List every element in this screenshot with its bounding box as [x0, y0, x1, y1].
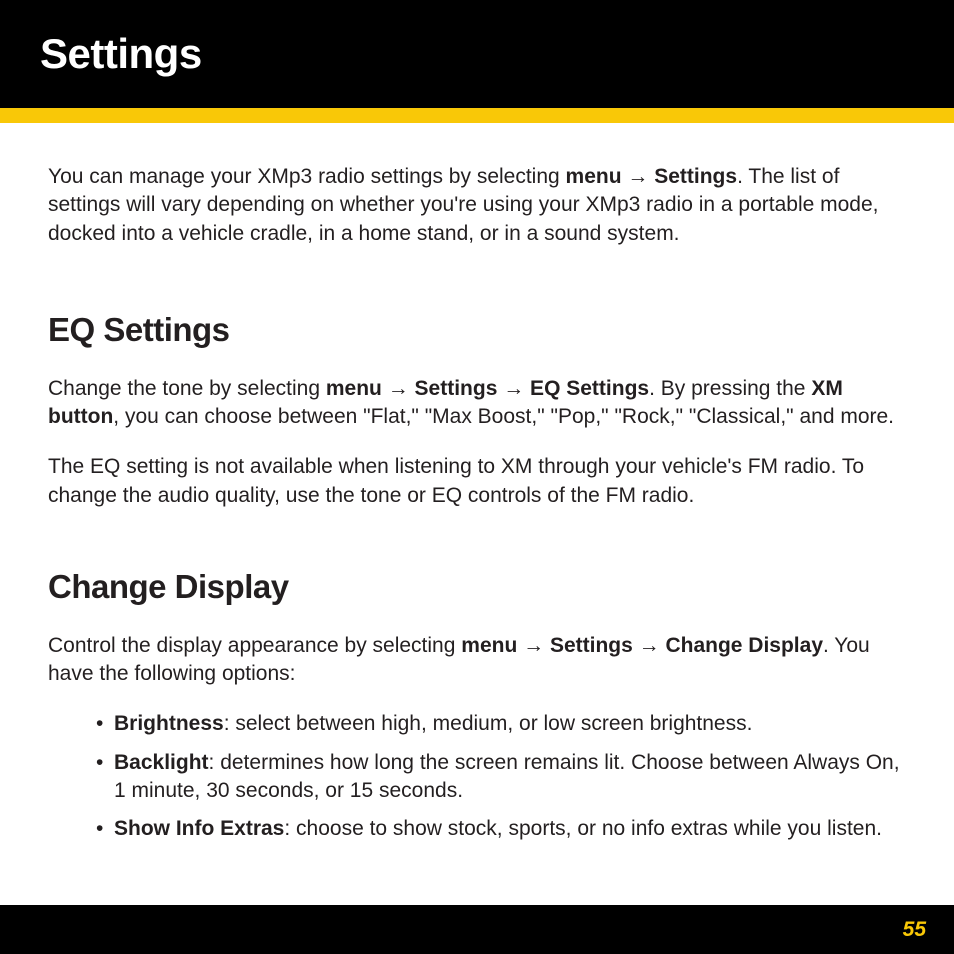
accent-bar — [0, 108, 954, 123]
bullet-desc: : determines how long the screen remains… — [114, 751, 900, 802]
bullet-desc: : select between high, medium, or low sc… — [224, 712, 753, 735]
display-options-list: Brightness: select between high, medium,… — [48, 710, 906, 843]
eq-p1-e: , you can choose between "Flat," "Max Bo… — [113, 405, 894, 428]
eq-heading: EQ Settings — [48, 308, 906, 353]
eq-paragraph-2: The EQ setting is not available when lis… — [48, 453, 906, 510]
bullet-label: Brightness — [114, 712, 224, 735]
bullet-label: Show Info Extras — [114, 817, 284, 840]
eq-menu-path: menu → Settings → EQ Settings — [326, 377, 649, 400]
list-item: Backlight: determines how long the scree… — [96, 749, 906, 806]
display-paragraph: Control the display appearance by select… — [48, 632, 906, 689]
list-item: Brightness: select between high, medium,… — [96, 710, 906, 738]
intro-pre: You can manage your XMp3 radio settings … — [48, 165, 566, 188]
page-number: 55 — [903, 918, 926, 942]
bullet-label: Backlight — [114, 751, 209, 774]
list-item: Show Info Extras: choose to show stock, … — [96, 815, 906, 843]
display-p1-a: Control the display appearance by select… — [48, 634, 461, 657]
footer-bar: 55 — [0, 905, 954, 954]
intro-paragraph: You can manage your XMp3 radio settings … — [48, 163, 906, 248]
display-heading: Change Display — [48, 565, 906, 610]
content-area: You can manage your XMp3 radio settings … — [0, 123, 954, 844]
eq-p1-a: Change the tone by selecting — [48, 377, 326, 400]
intro-menu-path: menu → Settings — [566, 165, 738, 188]
change-display-section: Change Display Control the display appea… — [48, 565, 906, 844]
page-title: Settings — [40, 30, 202, 78]
eq-p1-c: . By pressing the — [649, 377, 811, 400]
header-bar: Settings — [0, 0, 954, 108]
display-menu-path: menu → Settings → Change Display — [461, 634, 823, 657]
eq-paragraph-1: Change the tone by selecting menu → Sett… — [48, 375, 906, 432]
bullet-desc: : choose to show stock, sports, or no in… — [284, 817, 882, 840]
eq-settings-section: EQ Settings Change the tone by selecting… — [48, 308, 906, 510]
